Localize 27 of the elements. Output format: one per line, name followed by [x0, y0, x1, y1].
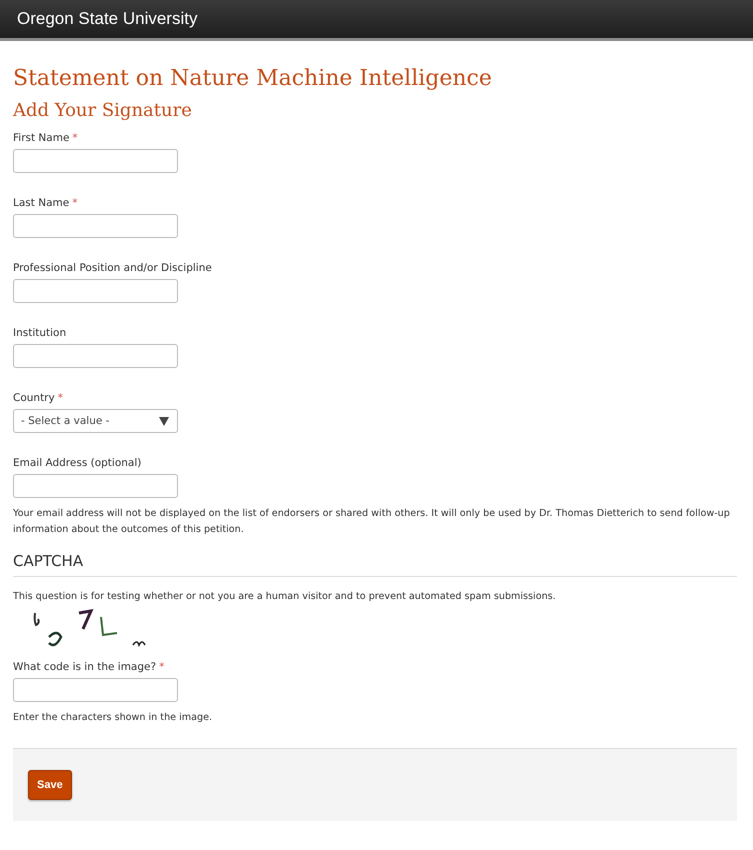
- required-mark: *: [159, 660, 164, 672]
- site-title[interactable]: Oregon State University: [17, 9, 198, 29]
- section-title: Add Your Signature: [13, 99, 193, 123]
- page-title: Statement on Nature Machine Intelligence: [13, 65, 493, 93]
- country-dropdown[interactable]: - Select a value -: [13, 409, 178, 433]
- field-description: Enter the characters shown in the image.: [13, 711, 214, 725]
- field-label: Professional Position and/or Discipline: [13, 262, 212, 274]
- required-mark: *: [72, 196, 78, 208]
- input-field[interactable]: [13, 474, 178, 498]
- input-field[interactable]: [13, 149, 178, 173]
- captcha-description: This question is for testing whether or not you are a human visitor and to prevent automated spam submissions.: [13, 590, 557, 604]
- input-field[interactable]: [13, 344, 178, 368]
- caret-icon: [159, 416, 169, 426]
- required-mark: *: [58, 392, 63, 404]
- field-label: Email Address (optional): [13, 456, 142, 468]
- field-label: What code is in the image?: [13, 660, 156, 672]
- field-label: Country: [13, 392, 55, 404]
- input-field[interactable]: [13, 279, 178, 303]
- input-field[interactable]: [13, 214, 178, 238]
- input-field[interactable]: [13, 678, 178, 702]
- field-label: First Name: [13, 132, 70, 144]
- field-description: Your email address will not be displayed on the list of endorsers or shared with others. It will only be used by Dr. Thomas Dietterich to send follow-up information about the outcomes of this petition.: [13, 507, 731, 537]
- save-button[interactable]: Save: [28, 770, 72, 800]
- field-label: Last Name: [13, 196, 70, 208]
- captcha-heading: CAPTCHA: [13, 552, 737, 577]
- required-mark: *: [72, 132, 78, 144]
- field-label: Institution: [13, 326, 66, 338]
